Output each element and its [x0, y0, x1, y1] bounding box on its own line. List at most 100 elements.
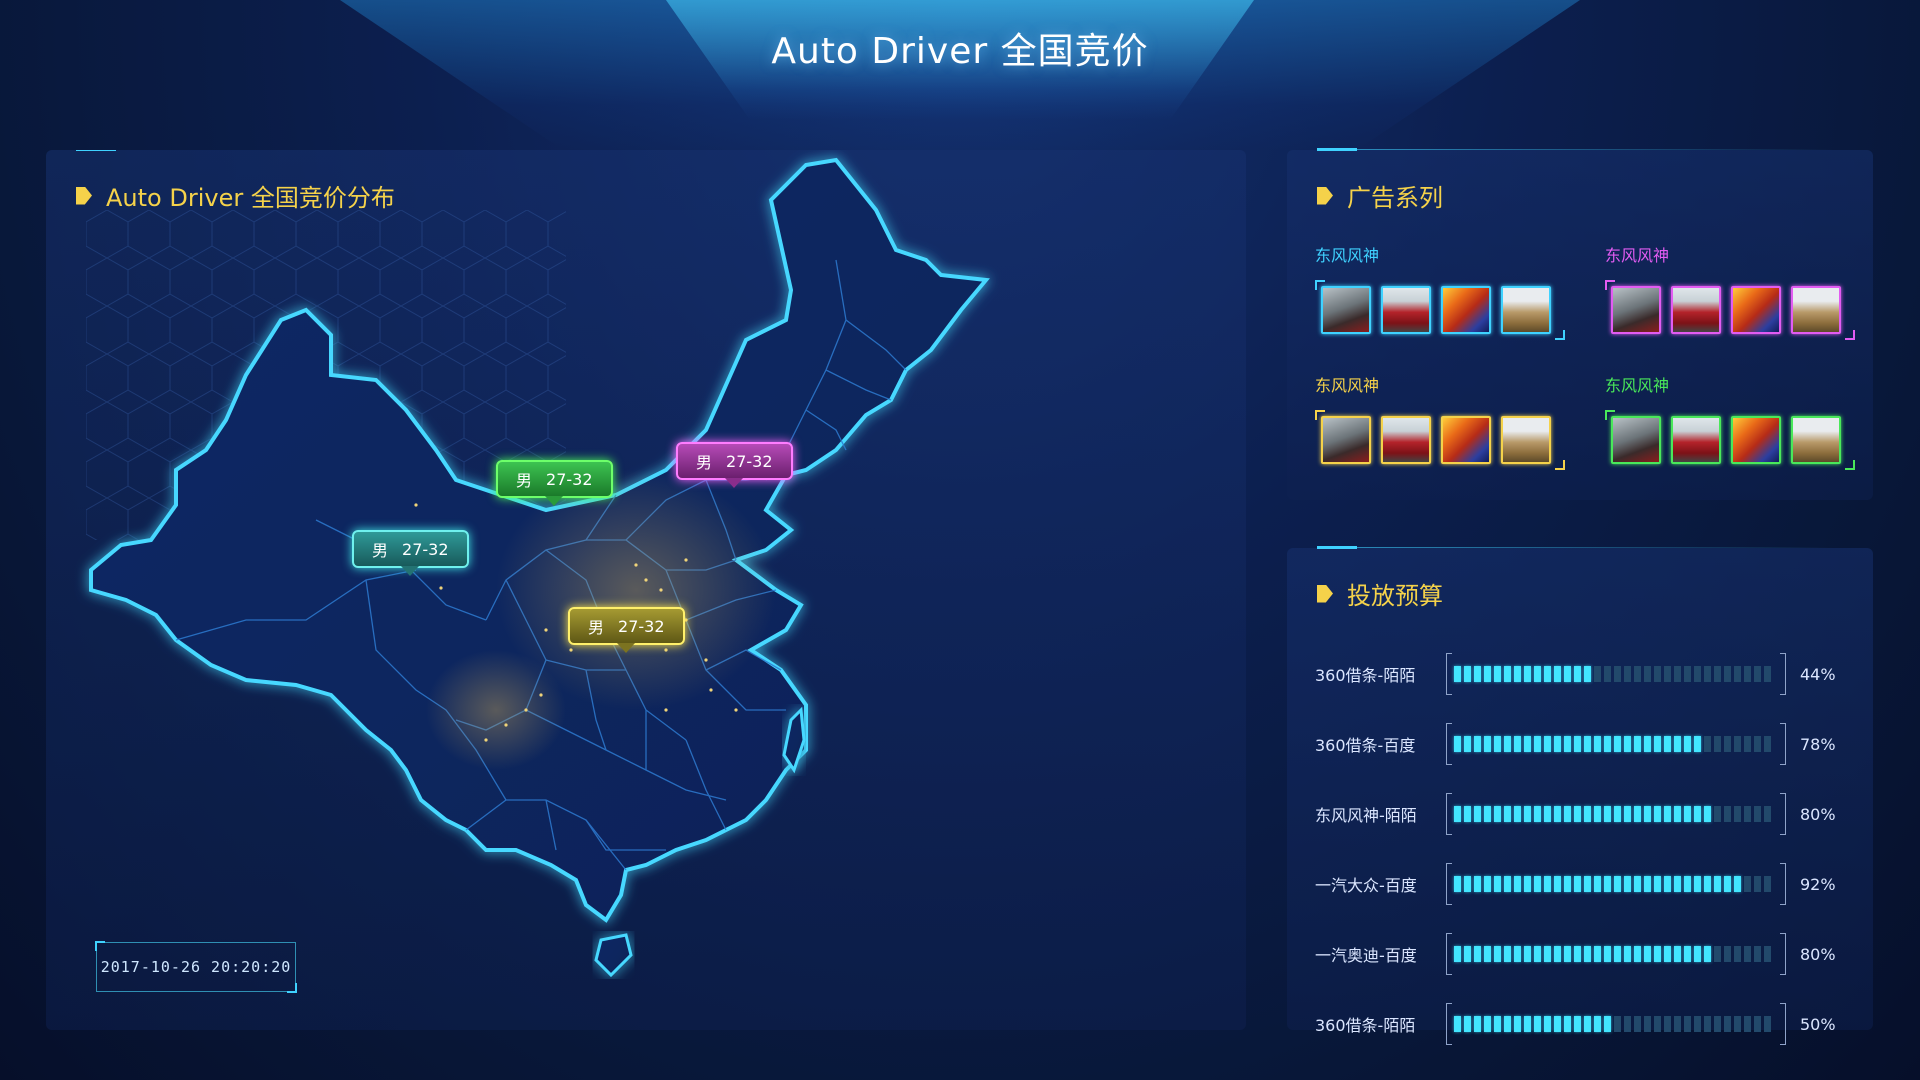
- ad-thumbnail[interactable]: [1501, 416, 1551, 464]
- progress-segment-filled: [1554, 666, 1561, 682]
- ads-panel-title: 广告系列: [1317, 178, 1443, 213]
- map-panel: Auto Driver 全国竞价分布 男 27-32 男 27-32 男 27-…: [46, 150, 1246, 1030]
- progress-segment-empty: [1714, 666, 1721, 682]
- progress-segment-filled: [1654, 736, 1661, 752]
- ad-thumbnails: [1605, 280, 1855, 340]
- ad-thumbnail[interactable]: [1501, 286, 1551, 334]
- progress-segment-filled: [1544, 736, 1551, 752]
- ad-thumbnail[interactable]: [1321, 286, 1371, 334]
- progress-segment-filled: [1514, 946, 1521, 962]
- progress-segment-filled: [1554, 946, 1561, 962]
- budget-row[interactable]: 360借条-陌陌 50%: [1315, 1002, 1855, 1046]
- ad-thumbnail[interactable]: [1671, 286, 1721, 334]
- ad-thumbnail[interactable]: [1671, 416, 1721, 464]
- progress-segment-filled: [1524, 946, 1531, 962]
- progress-segment-empty: [1754, 876, 1761, 892]
- progress-segment-filled: [1484, 876, 1491, 892]
- ad-thumbnail[interactable]: [1731, 286, 1781, 334]
- budget-row[interactable]: 东风风神-陌陌 80%: [1315, 792, 1855, 836]
- budget-row[interactable]: 360借条-陌陌 44%: [1315, 652, 1855, 696]
- progress-segment-filled: [1464, 876, 1471, 892]
- budget-progress-bar: [1446, 653, 1786, 695]
- progress-segment-empty: [1654, 1016, 1661, 1032]
- heat-glow-west: [426, 650, 566, 770]
- budget-row-label: 360借条-陌陌: [1315, 1016, 1416, 1035]
- ad-thumbnail[interactable]: [1731, 416, 1781, 464]
- ad-thumbnails: [1315, 280, 1565, 340]
- progress-segment-filled: [1514, 806, 1521, 822]
- title-marker-icon: [1317, 186, 1333, 205]
- ad-thumbnail[interactable]: [1381, 416, 1431, 464]
- ad-thumbnail[interactable]: [1381, 286, 1431, 334]
- progress-segment-filled: [1494, 876, 1501, 892]
- progress-segment-empty: [1754, 736, 1761, 752]
- budget-progress-bar: [1446, 1003, 1786, 1045]
- audience-tag-green[interactable]: 男 27-32: [496, 460, 613, 506]
- progress-segment-empty: [1694, 666, 1701, 682]
- progress-segment-filled: [1454, 946, 1461, 962]
- progress-segment-empty: [1614, 1016, 1621, 1032]
- progress-segment-empty: [1714, 946, 1721, 962]
- progress-segment-filled: [1634, 736, 1641, 752]
- progress-segment-filled: [1664, 806, 1671, 822]
- ad-thumbnail[interactable]: [1791, 286, 1841, 334]
- ad-thumbnail[interactable]: [1611, 416, 1661, 464]
- progress-segment-empty: [1604, 666, 1611, 682]
- ad-thumbnail[interactable]: [1321, 416, 1371, 464]
- progress-segment-filled: [1544, 946, 1551, 962]
- progress-segment-filled: [1464, 666, 1471, 682]
- budget-progress-bar: [1446, 863, 1786, 905]
- budget-row-label: 360借条-百度: [1315, 736, 1416, 755]
- progress-segment-empty: [1744, 666, 1751, 682]
- ad-group-2[interactable]: 东风风神: [1605, 242, 1855, 340]
- ad-thumbnail[interactable]: [1441, 286, 1491, 334]
- progress-segment-filled: [1474, 806, 1481, 822]
- tag-age: 27-32: [546, 469, 593, 489]
- audience-tag-gold[interactable]: 男 27-32: [568, 607, 685, 653]
- progress-segment-filled: [1674, 736, 1681, 752]
- budget-progress-bar: [1446, 933, 1786, 975]
- budget-row-percent: 44%: [1800, 664, 1836, 684]
- progress-segment-filled: [1534, 1016, 1541, 1032]
- budget-row[interactable]: 一汽奥迪-百度 80%: [1315, 932, 1855, 976]
- corner-bracket: [1315, 410, 1325, 420]
- progress-segment-filled: [1704, 806, 1711, 822]
- ad-thumbnail[interactable]: [1441, 416, 1491, 464]
- ad-thumbnail[interactable]: [1611, 286, 1661, 334]
- budget-panel-title: 投放预算: [1317, 576, 1443, 611]
- progress-segment-filled: [1664, 736, 1671, 752]
- budget-progress-bar: [1446, 793, 1786, 835]
- progress-segment-filled: [1564, 946, 1571, 962]
- tag-gender: 男: [696, 453, 713, 472]
- progress-segment-empty: [1724, 736, 1731, 752]
- ad-group-3[interactable]: 东风风神: [1315, 372, 1565, 470]
- progress-segment-filled: [1674, 876, 1681, 892]
- progress-segment-filled: [1504, 876, 1511, 892]
- progress-segment-filled: [1534, 946, 1541, 962]
- progress-segment-filled: [1604, 946, 1611, 962]
- audience-tag-teal[interactable]: 男 27-32: [352, 530, 469, 576]
- tag-age: 27-32: [402, 539, 449, 559]
- china-map[interactable]: [46, 150, 1246, 1030]
- hainan-island: [594, 933, 633, 978]
- budget-row[interactable]: 360借条-百度 78%: [1315, 722, 1855, 766]
- progress-segment-empty: [1764, 946, 1771, 962]
- progress-segment-filled: [1644, 806, 1651, 822]
- progress-segment-filled: [1574, 806, 1581, 822]
- progress-segment-empty: [1704, 1016, 1711, 1032]
- ad-group-1[interactable]: 东风风神: [1315, 242, 1565, 340]
- progress-segment-filled: [1684, 806, 1691, 822]
- budget-row[interactable]: 一汽大众-百度 92%: [1315, 862, 1855, 906]
- corner-bracket: [1555, 330, 1565, 340]
- progress-segment-filled: [1464, 806, 1471, 822]
- ad-thumbnail[interactable]: [1791, 416, 1841, 464]
- progress-segment-filled: [1624, 876, 1631, 892]
- progress-segment-filled: [1584, 946, 1591, 962]
- ad-group-4[interactable]: 东风风神: [1605, 372, 1855, 470]
- progress-segment-empty: [1644, 1016, 1651, 1032]
- progress-segment-filled: [1614, 946, 1621, 962]
- progress-segment-filled: [1514, 736, 1521, 752]
- audience-tag-purple[interactable]: 男 27-32: [676, 442, 793, 488]
- page-title: Auto Driver 全国竞价: [771, 31, 1149, 72]
- ads-panel: 广告系列 东风风神 东风风神 东风风神 东风风神: [1287, 148, 1873, 500]
